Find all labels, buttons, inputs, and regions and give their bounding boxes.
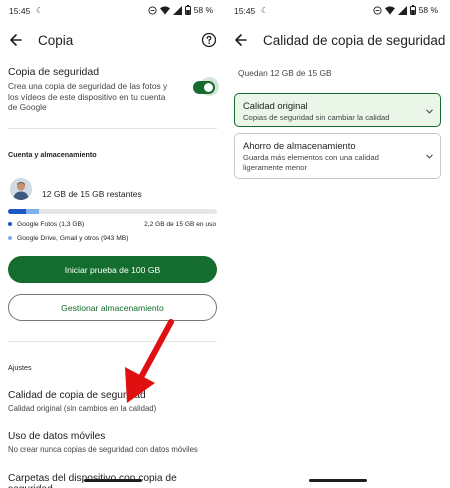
dnd-icon: ☾ xyxy=(261,6,269,15)
settings-section-label: Ajustes xyxy=(8,363,32,372)
divider xyxy=(8,128,217,129)
app-bar: Calidad de copia de seguridad xyxy=(225,26,450,56)
setting-title: Uso de datos móviles xyxy=(8,431,106,442)
setting-subtitle: Calidad original (sin cambios en la cali… xyxy=(8,404,157,413)
chevron-down-icon xyxy=(426,109,433,114)
storage-bar-drive xyxy=(26,209,40,214)
signal-icon xyxy=(397,5,407,15)
option-storage-saver[interactable]: Ahorro de almacenamiento Guarda más elem… xyxy=(234,133,441,179)
page-title: Calidad de copia de seguridad xyxy=(263,33,446,48)
do-not-disturb-icon xyxy=(373,5,382,15)
setting-backup-quality[interactable]: Calidad de copia de seguridad Calidad or… xyxy=(8,390,217,413)
wifi-icon xyxy=(384,5,395,14)
battery-percent: 58 % xyxy=(418,5,438,15)
backup-quality-screen: 15:45 ☾ 58 % Calidad de copia de segurid… xyxy=(225,0,450,488)
dnd-icon: ☾ xyxy=(36,6,44,15)
battery-icon xyxy=(184,5,191,15)
navigation-bar[interactable] xyxy=(309,479,367,482)
legend-photos-label: Google Fotos (1,3 GB) xyxy=(17,221,85,228)
divider xyxy=(8,341,217,342)
status-time: 15:45 xyxy=(234,6,256,16)
legend-dot-photos xyxy=(8,222,12,227)
legend-drive: Google Drive, Gmail y otros (943 MB) xyxy=(8,235,217,242)
status-bar: 15:45 ☾ 58 % xyxy=(225,0,450,22)
setting-title: Calidad de copia de seguridad xyxy=(8,390,146,401)
option-description: Copias de seguridad sin cambiar la calid… xyxy=(243,113,390,122)
toggle-knob xyxy=(204,83,213,92)
option-original-quality[interactable]: Calidad original Copias de seguridad sin… xyxy=(234,93,441,127)
storage-bar xyxy=(8,209,217,214)
battery-percent: 58 % xyxy=(193,5,213,15)
chevron-down-icon xyxy=(426,154,433,159)
backup-settings-screen: 15:45 ☾ 58 % Copia Copia de seguridad Cr… xyxy=(0,0,225,488)
do-not-disturb-icon xyxy=(148,5,157,15)
storage-bar-photos xyxy=(8,209,27,214)
signal-icon xyxy=(172,5,182,15)
start-trial-button[interactable]: Iniciar prueba de 100 GB xyxy=(8,256,217,283)
wifi-icon xyxy=(159,5,170,14)
battery-icon xyxy=(409,5,416,15)
back-arrow-icon[interactable] xyxy=(8,32,24,48)
setting-mobile-data[interactable]: Uso de datos móviles No crear nunca copi… xyxy=(8,431,217,454)
legend-dot-drive xyxy=(8,236,12,241)
backup-toggle[interactable] xyxy=(193,77,219,96)
help-icon[interactable] xyxy=(201,32,217,48)
back-arrow-icon[interactable] xyxy=(233,32,249,48)
avatar xyxy=(10,178,32,200)
backup-title: Copia de seguridad xyxy=(8,66,100,78)
status-bar: 15:45 ☾ 58 % xyxy=(0,0,225,22)
setting-subtitle: No crear nunca copias de seguridad con d… xyxy=(8,445,198,454)
navigation-bar[interactable] xyxy=(84,479,142,482)
storage-usage: 2,2 GB de 15 GB en uso xyxy=(144,221,216,228)
option-title: Ahorro de almacenamiento xyxy=(243,140,356,151)
storage-remaining: 12 GB de 15 GB restantes xyxy=(42,189,142,199)
option-description: Guarda más elementos con una calidad lig… xyxy=(243,153,379,172)
quota-text: Quedan 12 GB de 15 GB xyxy=(238,68,332,78)
backup-toggle-row[interactable]: Copia de seguridad Crea una copia de seg… xyxy=(8,66,219,112)
option-title: Calidad original xyxy=(243,100,308,111)
app-bar: Copia xyxy=(0,26,225,56)
manage-storage-button[interactable]: Gestionar almacenamiento xyxy=(8,294,217,321)
storage-section-label: Cuenta y almacenamiento xyxy=(8,150,97,159)
backup-description: Crea una copia de seguridad de las fotos… xyxy=(8,81,168,112)
status-time: 15:45 xyxy=(9,6,31,16)
page-title: Copia xyxy=(38,33,74,48)
legend-drive-label: Google Drive, Gmail y otros (943 MB) xyxy=(17,235,129,242)
